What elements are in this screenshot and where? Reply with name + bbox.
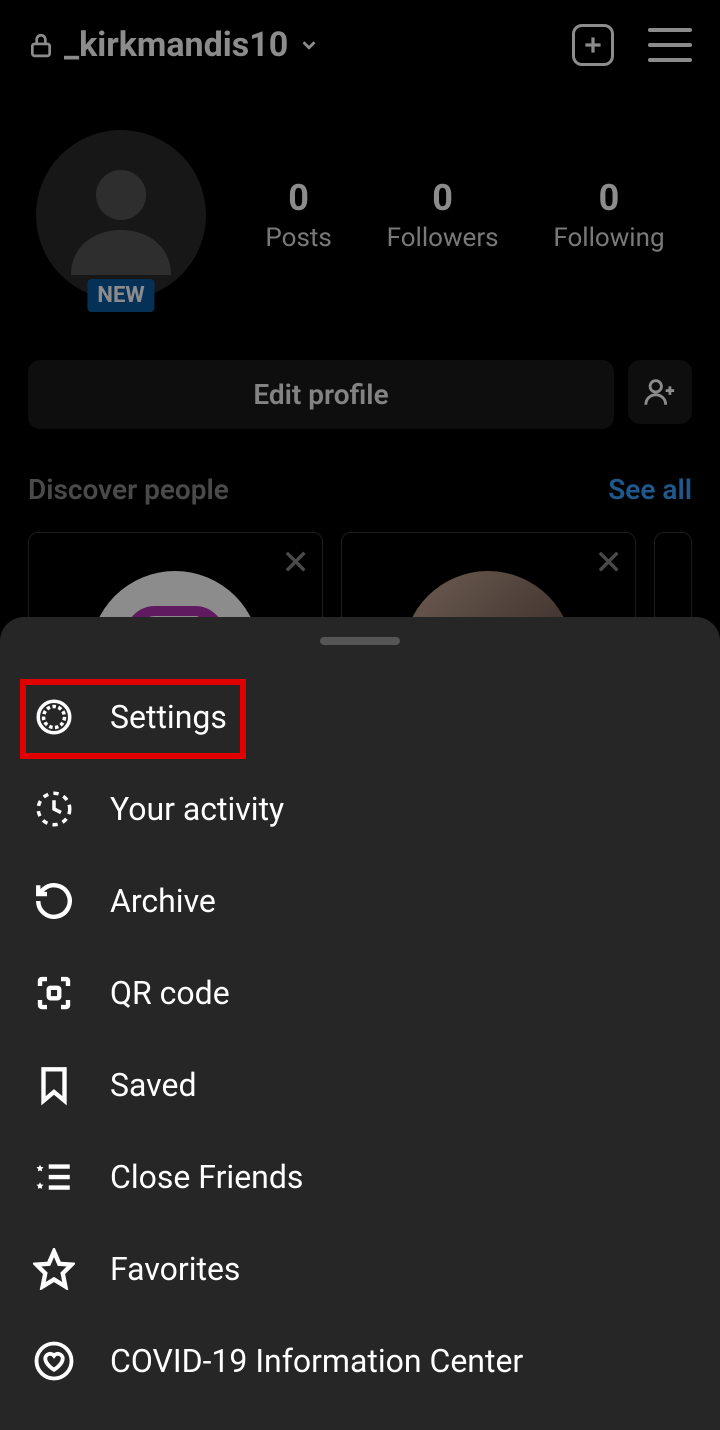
discover-title: Discover people — [28, 473, 229, 506]
see-all-link[interactable]: See all — [608, 473, 692, 506]
avatar-container[interactable]: NEW — [36, 130, 206, 300]
close-icon[interactable]: ✕ — [594, 543, 623, 583]
gear-icon — [32, 695, 76, 739]
menu-covid-info[interactable]: COVID-19 Information Center — [0, 1315, 720, 1407]
menu-your-activity[interactable]: Your activity — [0, 763, 720, 855]
close-icon[interactable]: ✕ — [281, 543, 310, 583]
following-label: Following — [553, 223, 664, 253]
activity-icon — [32, 787, 76, 831]
edit-profile-button[interactable]: Edit profile — [28, 360, 614, 429]
menu-close-friends[interactable]: Close Friends — [0, 1131, 720, 1223]
chevron-down-icon — [298, 34, 320, 56]
posts-stat[interactable]: 0 Posts — [265, 177, 331, 253]
list-star-icon — [32, 1155, 76, 1199]
menu-archive[interactable]: Archive — [0, 855, 720, 947]
posts-label: Posts — [265, 223, 331, 253]
avatar — [36, 130, 206, 300]
menu-saved[interactable]: Saved — [0, 1039, 720, 1131]
bookmark-icon — [32, 1063, 76, 1107]
archive-icon — [32, 879, 76, 923]
menu-label: Your activity — [110, 790, 284, 828]
followers-count: 0 — [387, 177, 499, 219]
qr-icon — [32, 971, 76, 1015]
lock-icon — [28, 29, 54, 61]
account-switcher[interactable]: _kirkmandis10 — [28, 25, 320, 65]
discover-people-button[interactable] — [628, 360, 692, 424]
menu-label: Archive — [110, 882, 216, 920]
create-button[interactable] — [572, 24, 614, 66]
menu-qr-code[interactable]: QR code — [0, 947, 720, 1039]
profile-summary: NEW 0 Posts 0 Followers 0 Following — [0, 80, 720, 330]
menu-button[interactable] — [648, 28, 692, 62]
bottom-sheet: Settings Your activity Archive QR code S… — [0, 617, 720, 1430]
following-stat[interactable]: 0 Following — [553, 177, 664, 253]
username: _kirkmandis10 — [64, 25, 288, 65]
menu-label: COVID-19 Information Center — [110, 1342, 523, 1380]
menu-label: Saved — [110, 1066, 196, 1104]
followers-label: Followers — [387, 223, 499, 253]
menu-favorites[interactable]: Favorites — [0, 1223, 720, 1315]
profile-header: _kirkmandis10 — [0, 0, 720, 80]
followers-stat[interactable]: 0 Followers — [387, 177, 499, 253]
menu-label: QR code — [110, 974, 230, 1012]
posts-count: 0 — [265, 177, 331, 219]
menu-label: Settings — [110, 698, 227, 736]
sheet-grabber[interactable] — [320, 637, 400, 645]
new-badge: NEW — [87, 279, 154, 312]
menu-settings[interactable]: Settings — [0, 671, 720, 763]
following-count: 0 — [553, 177, 664, 219]
menu-label: Favorites — [110, 1250, 240, 1288]
menu-label: Close Friends — [110, 1158, 303, 1196]
star-icon — [32, 1247, 76, 1291]
heart-circle-icon — [32, 1339, 76, 1383]
